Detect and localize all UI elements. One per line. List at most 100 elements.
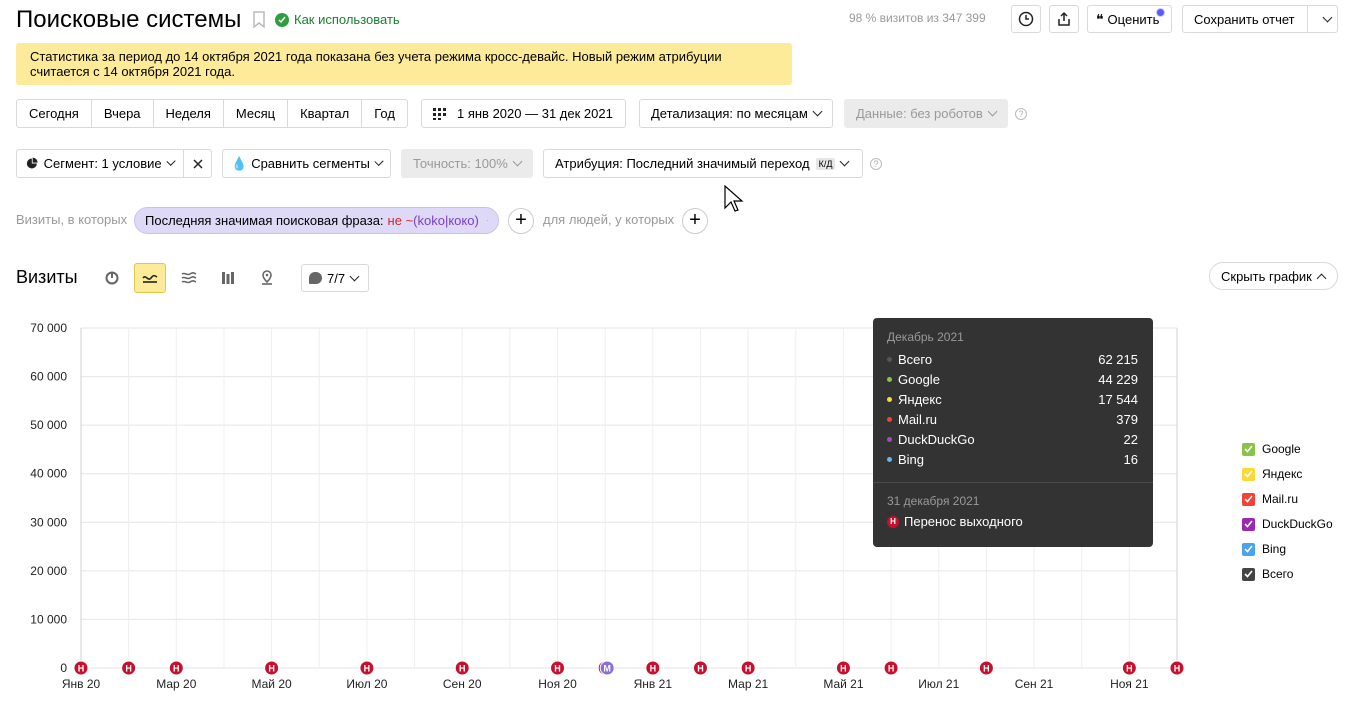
bookmark-icon[interactable] bbox=[252, 11, 266, 34]
detail-select[interactable]: Детализация: по месяцам bbox=[639, 99, 833, 128]
history-button[interactable] bbox=[1011, 5, 1041, 33]
svg-text:М: М bbox=[603, 664, 611, 674]
holiday-marker-icon: Н bbox=[740, 660, 756, 676]
compare-segments-button[interactable]: 💧 Сравнить сегменты bbox=[222, 149, 391, 178]
x-tick-label: Мар 20 bbox=[156, 677, 196, 691]
svg-text:Н: Н bbox=[364, 664, 371, 674]
filter-chip-operator: не ~ bbox=[387, 213, 414, 228]
tooltip-series-value: 62 215 bbox=[1098, 351, 1138, 367]
holiday-marker-icon: Н bbox=[454, 660, 470, 676]
notification-dot bbox=[1156, 8, 1165, 17]
area-chart-icon bbox=[181, 272, 197, 284]
map-chart-type-button[interactable] bbox=[251, 263, 283, 293]
svg-text:Н: Н bbox=[125, 664, 132, 674]
checkbox-checked-icon[interactable] bbox=[1242, 542, 1255, 556]
filter-chip[interactable]: Последняя значимая поисковая фраза: не ~… bbox=[134, 207, 499, 234]
legend-item[interactable]: Google bbox=[1242, 442, 1301, 456]
y-tick-label: 50 000 bbox=[30, 418, 67, 432]
holiday-marker-icon: Н bbox=[978, 660, 994, 676]
date-range-button[interactable]: 1 янв 2020 — 31 дек 2021 bbox=[421, 99, 626, 128]
legend-item[interactable]: DuckDuckGo bbox=[1242, 517, 1333, 531]
attribution-select[interactable]: Атрибуция: Последний значимый переход К/… bbox=[543, 149, 863, 178]
y-tick-label: 0 bbox=[60, 661, 67, 675]
share-icon bbox=[1058, 11, 1070, 26]
add-people-condition-button[interactable]: + bbox=[682, 208, 708, 234]
svg-text:Н: Н bbox=[554, 664, 561, 674]
series-dot-icon bbox=[887, 376, 892, 382]
page-title: Поисковые системы bbox=[16, 6, 242, 33]
period-button[interactable]: Сегодня bbox=[17, 100, 92, 127]
legend-item[interactable]: Bing bbox=[1242, 542, 1286, 556]
save-report-dropdown[interactable] bbox=[1307, 5, 1338, 33]
legend-label: Всего bbox=[1262, 567, 1294, 581]
accuracy-label: Точность: 100% bbox=[413, 156, 508, 171]
rate-button[interactable]: ❝ Оценить bbox=[1087, 5, 1172, 33]
period-button[interactable]: Вчера bbox=[92, 100, 154, 127]
series-dot-icon bbox=[887, 416, 892, 422]
holiday-marker-icon: Н bbox=[550, 660, 566, 676]
svg-text:Н: Н bbox=[459, 664, 466, 674]
series-dot-icon bbox=[887, 456, 892, 462]
how-to-use-link[interactable]: Как использовать bbox=[275, 12, 400, 27]
save-report-button[interactable]: Сохранить отчет bbox=[1182, 5, 1308, 33]
filter-chip-label: Последняя значимая поисковая фраза: bbox=[145, 213, 384, 228]
export-button[interactable] bbox=[1049, 5, 1079, 33]
segment-clear-button[interactable] bbox=[183, 149, 212, 178]
help-icon[interactable]: ? bbox=[1015, 108, 1027, 120]
chevron-down-icon bbox=[987, 106, 998, 117]
area-chart-type-button[interactable] bbox=[173, 263, 205, 293]
checkbox-checked-icon[interactable] bbox=[1242, 517, 1255, 531]
period-button[interactable]: Год bbox=[362, 100, 407, 127]
svg-text:Н: Н bbox=[697, 664, 704, 674]
tooltip-series-name: Mail.ru bbox=[898, 411, 938, 427]
legend-label: Bing bbox=[1262, 542, 1287, 556]
comment-icon bbox=[309, 272, 322, 284]
close-icon[interactable] bbox=[486, 216, 488, 225]
x-tick-label: Мар 21 bbox=[728, 677, 768, 691]
chevron-down-icon bbox=[1322, 12, 1333, 22]
pie-chart-type-button[interactable] bbox=[96, 263, 128, 293]
close-icon bbox=[192, 158, 203, 169]
annotations-select[interactable]: 7/7 bbox=[301, 264, 369, 292]
holiday-marker-icon: Н bbox=[645, 660, 661, 676]
legend-item[interactable]: Яндекс bbox=[1242, 467, 1302, 481]
checkbox-checked-icon[interactable] bbox=[1242, 467, 1255, 481]
bar-chart-type-button[interactable] bbox=[212, 263, 244, 293]
chart-metric-title: Визиты bbox=[16, 267, 78, 287]
hide-chart-button[interactable]: Скрыть график bbox=[1209, 262, 1338, 290]
x-tick-label: Янв 21 bbox=[634, 677, 673, 691]
tooltip-row: Всего 62 215 bbox=[887, 349, 1138, 369]
holiday-marker-icon: Н bbox=[1121, 660, 1137, 676]
period-button[interactable]: Неделя bbox=[154, 100, 224, 127]
segment-label: Сегмент: 1 условие bbox=[43, 156, 162, 171]
filter-chip-value: (koko|коко) bbox=[413, 213, 479, 228]
rate-icon: ❝ bbox=[1096, 10, 1104, 27]
segment-button[interactable]: Сегмент: 1 условие bbox=[16, 149, 184, 178]
help-icon[interactable]: ? bbox=[870, 158, 882, 170]
checkbox-checked-icon[interactable] bbox=[1242, 492, 1255, 506]
accuracy-select[interactable]: Точность: 100% bbox=[401, 149, 533, 178]
how-to-use-label: Как использовать bbox=[294, 12, 400, 27]
legend-label: Mail.ru bbox=[1262, 492, 1299, 506]
tooltip-divider bbox=[873, 482, 1153, 483]
line-chart-type-button[interactable] bbox=[134, 263, 166, 293]
tooltip-series-name: Всего bbox=[898, 351, 933, 367]
tooltip-row: Google 44 229 bbox=[887, 369, 1138, 389]
annotations-count: 7/7 bbox=[327, 270, 346, 286]
tooltip-row: DuckDuckGo 22 bbox=[887, 429, 1138, 449]
checkbox-checked-icon[interactable] bbox=[1242, 442, 1255, 456]
add-visit-condition-button[interactable]: + bbox=[508, 208, 534, 234]
data-filter-select[interactable]: Данные: без роботов bbox=[844, 99, 1008, 128]
x-tick-label: Сен 21 bbox=[1015, 677, 1054, 691]
holiday-marker-icon: Н bbox=[359, 660, 375, 676]
checkbox-checked-icon[interactable] bbox=[1242, 567, 1255, 581]
holiday-marker-icon: Н bbox=[887, 515, 899, 528]
legend-item[interactable]: Mail.ru bbox=[1242, 492, 1298, 506]
calendar-icon bbox=[433, 107, 446, 120]
pie-chart-icon bbox=[105, 271, 119, 285]
period-button[interactable]: Квартал bbox=[288, 100, 363, 127]
period-button[interactable]: Месяц bbox=[224, 100, 289, 127]
legend-item[interactable]: Всего bbox=[1242, 567, 1293, 581]
x-tick-label: Сен 20 bbox=[443, 677, 482, 691]
y-tick-label: 20 000 bbox=[30, 564, 67, 578]
